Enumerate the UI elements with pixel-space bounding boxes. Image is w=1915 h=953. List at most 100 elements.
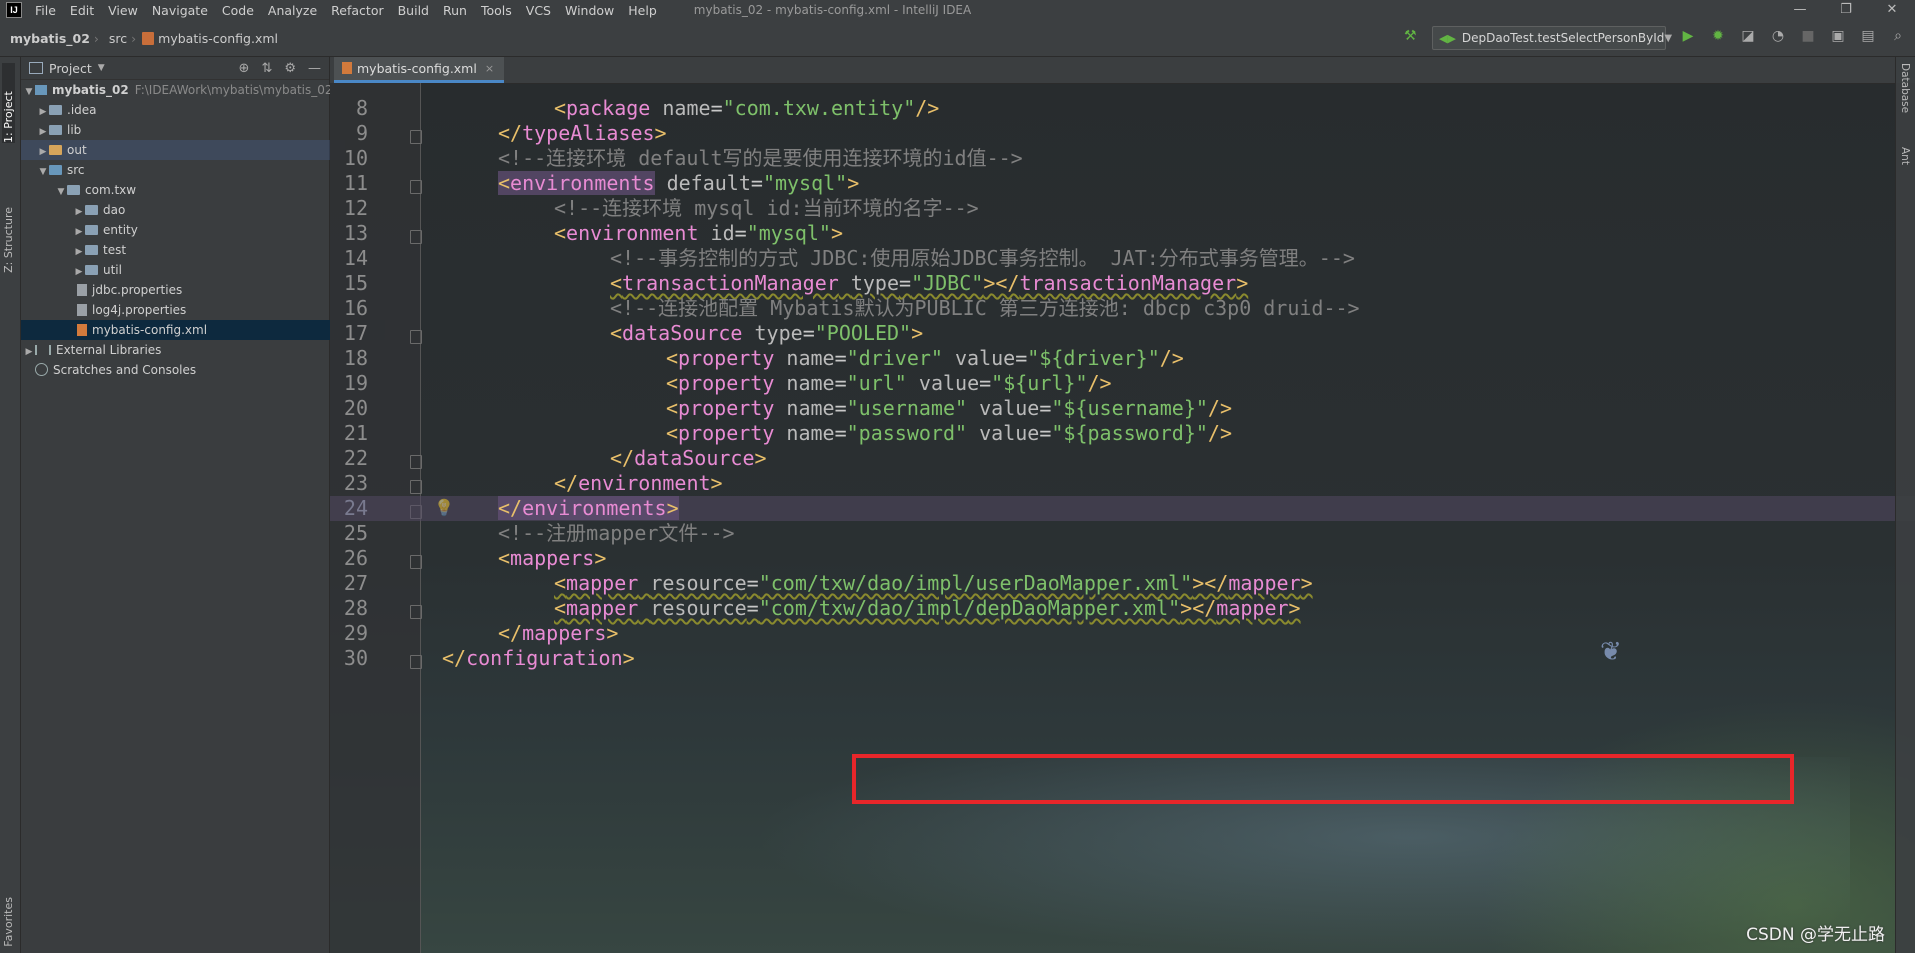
menu-file[interactable]: File xyxy=(28,3,63,18)
fold-marker-icon[interactable] xyxy=(410,180,422,194)
line-number: 27 xyxy=(343,571,368,595)
fold-marker-icon[interactable] xyxy=(410,330,422,344)
expanded-arrow-icon[interactable]: ▼ xyxy=(37,162,49,182)
fold-marker-icon[interactable] xyxy=(410,555,422,569)
stop-icon[interactable]: ■ xyxy=(1800,28,1816,44)
menu-edit[interactable]: Edit xyxy=(63,3,101,18)
expanded-arrow-icon[interactable]: ▼ xyxy=(55,182,67,202)
line-number: 21 xyxy=(343,421,368,445)
collapsed-arrow-icon[interactable]: ▶ xyxy=(73,262,85,282)
module-icon xyxy=(35,84,47,95)
tree-item-out[interactable]: ▶ out xyxy=(21,140,345,160)
tree-item-label: mybatis-config.xml xyxy=(92,323,208,337)
menu-tools[interactable]: Tools xyxy=(474,3,519,18)
tree-item-label: mybatis_02 xyxy=(52,83,129,97)
close-button[interactable]: ✕ xyxy=(1869,0,1915,20)
fold-marker-icon[interactable] xyxy=(410,605,422,619)
gear-icon[interactable]: ⚙ xyxy=(284,61,296,76)
xml-file-icon xyxy=(342,61,352,74)
tree-item-scratches[interactable]: Scratches and Consoles xyxy=(21,360,343,380)
fold-marker-icon[interactable] xyxy=(410,480,422,494)
line-number: 8 xyxy=(355,96,368,120)
tree-item-util[interactable]: ▶ util xyxy=(21,260,381,280)
coverage-icon[interactable]: ◪ xyxy=(1740,28,1756,44)
menu-code[interactable]: Code xyxy=(215,3,261,18)
collapsed-arrow-icon[interactable]: ▶ xyxy=(37,122,49,142)
close-icon[interactable]: × xyxy=(485,62,494,75)
menu-build[interactable]: Build xyxy=(391,3,436,18)
tree-item-root[interactable]: ▼ mybatis_02 F:\IDEAWork\mybatis\mybatis_0… xyxy=(21,80,333,102)
code-line: <!--事务控制的方式 JDBC:使用原始JDBC事务控制。 JAT:分布式事务… xyxy=(610,246,1355,270)
ant-tool-tab[interactable]: Ant xyxy=(1899,147,1911,165)
tree-item-idea[interactable]: ▶ .idea xyxy=(21,100,345,120)
tree-item-label: jdbc.properties xyxy=(92,283,183,297)
tree-item-label: lib xyxy=(67,123,82,137)
project-tool-tab[interactable]: 1: Project xyxy=(2,63,15,143)
fold-marker-icon[interactable] xyxy=(410,230,422,244)
project-view-title[interactable]: Project xyxy=(49,61,92,76)
collapsed-arrow-icon[interactable]: ▶ xyxy=(73,242,85,262)
menu-vcs[interactable]: VCS xyxy=(519,3,558,18)
locate-icon[interactable]: ⊕ xyxy=(239,61,250,76)
run-configuration-select[interactable]: ◀▶ DepDaoTest.testSelectPersonById ▼ xyxy=(1432,26,1672,50)
sdk-icon[interactable]: ▤ xyxy=(1860,28,1876,44)
collapsed-arrow-icon[interactable]: ▶ xyxy=(23,342,35,362)
collapsed-arrow-icon[interactable]: ▶ xyxy=(37,142,49,162)
search-icon[interactable]: ⌕ xyxy=(1890,28,1906,44)
hide-icon[interactable]: — xyxy=(308,61,321,76)
tab-mybatis-config[interactable]: mybatis-config.xml × xyxy=(334,57,505,83)
database-tool-tab[interactable]: Database xyxy=(1899,63,1911,113)
collapsed-arrow-icon[interactable]: ▶ xyxy=(73,222,85,242)
expanded-arrow-icon[interactable]: ▼ xyxy=(23,82,35,102)
code-line: <transactionManager type="JDBC"></transa… xyxy=(610,271,1249,295)
collapsed-arrow-icon[interactable]: ▶ xyxy=(73,202,85,222)
breadcrumb-src[interactable]: src xyxy=(99,31,131,46)
line-number: 16 xyxy=(343,296,368,320)
fold-marker-icon[interactable] xyxy=(410,455,422,469)
line-number: 14 xyxy=(343,246,368,270)
editor-tabs: mybatis-config.xml × xyxy=(330,57,1915,84)
breadcrumb-project[interactable]: mybatis_02 xyxy=(0,31,94,46)
build-hammer-icon[interactable]: ⚒ xyxy=(1404,28,1417,44)
menu-run[interactable]: Run xyxy=(436,3,474,18)
tree-item-com-txw[interactable]: ▼ com.txw xyxy=(21,180,363,200)
tree-item-label: .idea xyxy=(67,103,97,117)
chevron-down-icon[interactable]: ▼ xyxy=(98,63,105,73)
menu-window[interactable]: Window xyxy=(558,3,621,18)
line-number: 12 xyxy=(343,196,368,220)
xml-file-icon xyxy=(77,323,87,336)
tree-item-label: Scratches and Consoles xyxy=(53,363,197,377)
run-icon[interactable]: ▶ xyxy=(1680,28,1696,44)
breadcrumb-file[interactable]: mybatis-config.xml xyxy=(158,31,282,46)
fold-marker-icon[interactable] xyxy=(410,130,422,144)
menu-view[interactable]: View xyxy=(101,3,145,18)
structure-tool-tab[interactable]: Z: Structure xyxy=(2,207,15,273)
line-number: 25 xyxy=(343,521,368,545)
tree-item-entity[interactable]: ▶ entity xyxy=(21,220,381,240)
menu-refactor[interactable]: Refactor xyxy=(324,3,390,18)
tree-item-external-libraries[interactable]: ▶ External Libraries xyxy=(21,340,331,360)
project-structure-icon[interactable]: ▣ xyxy=(1830,28,1846,44)
run-configuration-label: DepDaoTest.testSelectPersonById xyxy=(1461,31,1665,45)
menu-analyze[interactable]: Analyze xyxy=(261,3,324,18)
tree-item-dao[interactable]: ▶ dao xyxy=(21,200,381,220)
favorites-tool-tab[interactable]: Favorites xyxy=(2,897,15,947)
run-toolbar: ▶ ✹ ◪ ◔ ■ ▣ ▤ ⌕ xyxy=(1680,28,1906,44)
profile-icon[interactable]: ◔ xyxy=(1770,28,1786,44)
minimize-button[interactable]: — xyxy=(1777,0,1823,20)
code-area[interactable]: <package name="com.txw.entity"/> </typeA… xyxy=(330,83,1915,953)
fold-marker-icon[interactable] xyxy=(410,655,422,669)
line-number: 22 xyxy=(343,446,368,470)
collapse-icon[interactable]: ⇅ xyxy=(261,61,272,76)
watermark: CSDN @学无止路 xyxy=(1746,925,1885,945)
library-icon xyxy=(35,344,51,355)
menu-navigate[interactable]: Navigate xyxy=(145,3,215,18)
tree-item-src[interactable]: ▼ src xyxy=(21,160,345,180)
collapsed-arrow-icon[interactable]: ▶ xyxy=(37,102,49,122)
menu-help[interactable]: Help xyxy=(621,3,664,18)
tree-item-lib[interactable]: ▶ lib xyxy=(21,120,345,140)
line-number: 28 xyxy=(343,596,368,620)
debug-icon[interactable]: ✹ xyxy=(1710,28,1726,44)
tree-item-test[interactable]: ▶ test xyxy=(21,240,381,260)
restore-button[interactable]: ❐ xyxy=(1823,0,1869,20)
